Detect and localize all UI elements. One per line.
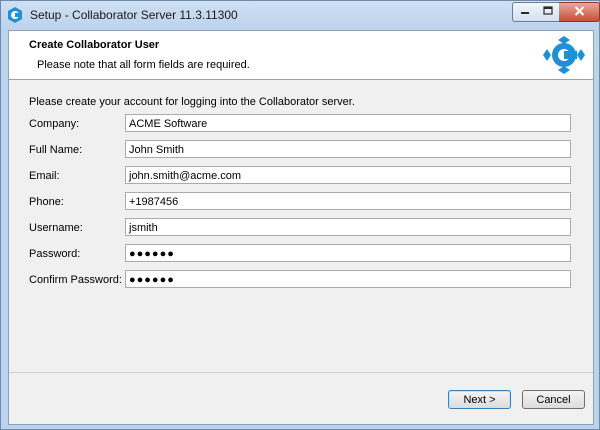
next-button[interactable]: Next > bbox=[448, 390, 511, 409]
wizard-header: Create Collaborator User Please note tha… bbox=[9, 31, 593, 80]
full-name-row: Full Name: John Smith bbox=[29, 140, 579, 162]
company-label: Company: bbox=[29, 118, 80, 130]
username-label: Username: bbox=[29, 222, 83, 234]
company-row: Company: ACME Software bbox=[29, 114, 579, 136]
email-label: Email: bbox=[29, 170, 60, 182]
cancel-button[interactable]: Cancel bbox=[522, 390, 585, 409]
password-field[interactable]: ●●●●●● bbox=[125, 244, 571, 262]
minimize-button[interactable] bbox=[512, 2, 538, 22]
password-row: Password: ●●●●●● bbox=[29, 244, 579, 266]
username-row: Username: jsmith bbox=[29, 218, 579, 240]
title-bar[interactable]: Setup - Collaborator Server 11.3.11300 bbox=[1, 1, 600, 30]
phone-field[interactable]: +1987456 bbox=[125, 192, 571, 210]
confirm-password-label: Confirm Password: bbox=[29, 274, 122, 286]
close-icon bbox=[574, 5, 585, 19]
maximize-button[interactable] bbox=[536, 2, 560, 22]
intro-text: Please create your account for logging i… bbox=[29, 96, 355, 108]
username-field[interactable]: jsmith bbox=[125, 218, 571, 236]
phone-row: Phone: +1987456 bbox=[29, 192, 579, 214]
password-label: Password: bbox=[29, 248, 81, 260]
email-row: Email: john.smith@acme.com bbox=[29, 166, 579, 188]
minimize-icon bbox=[520, 6, 530, 18]
company-field[interactable]: ACME Software bbox=[125, 114, 571, 132]
close-button[interactable] bbox=[559, 2, 600, 22]
full-name-label: Full Name: bbox=[29, 144, 83, 156]
confirm-password-field[interactable]: ●●●●●● bbox=[125, 270, 571, 288]
setup-window: Setup - Collaborator Server 11.3.11300 C… bbox=[0, 0, 600, 430]
page-subtitle: Please note that all form fields are req… bbox=[37, 59, 250, 71]
email-field[interactable]: john.smith@acme.com bbox=[125, 166, 571, 184]
window-title: Setup - Collaborator Server 11.3.11300 bbox=[30, 8, 238, 22]
page-title: Create Collaborator User bbox=[29, 39, 160, 51]
confirm-password-row: Confirm Password: ●●●●●● bbox=[29, 270, 579, 292]
full-name-field[interactable]: John Smith bbox=[125, 140, 571, 158]
footer-divider bbox=[9, 372, 593, 373]
maximize-icon bbox=[542, 6, 553, 18]
collaborator-logo-icon bbox=[543, 35, 585, 75]
collaborator-logo-icon bbox=[7, 7, 23, 23]
phone-label: Phone: bbox=[29, 196, 64, 208]
wizard-page: Create Collaborator User Please note tha… bbox=[8, 30, 594, 425]
